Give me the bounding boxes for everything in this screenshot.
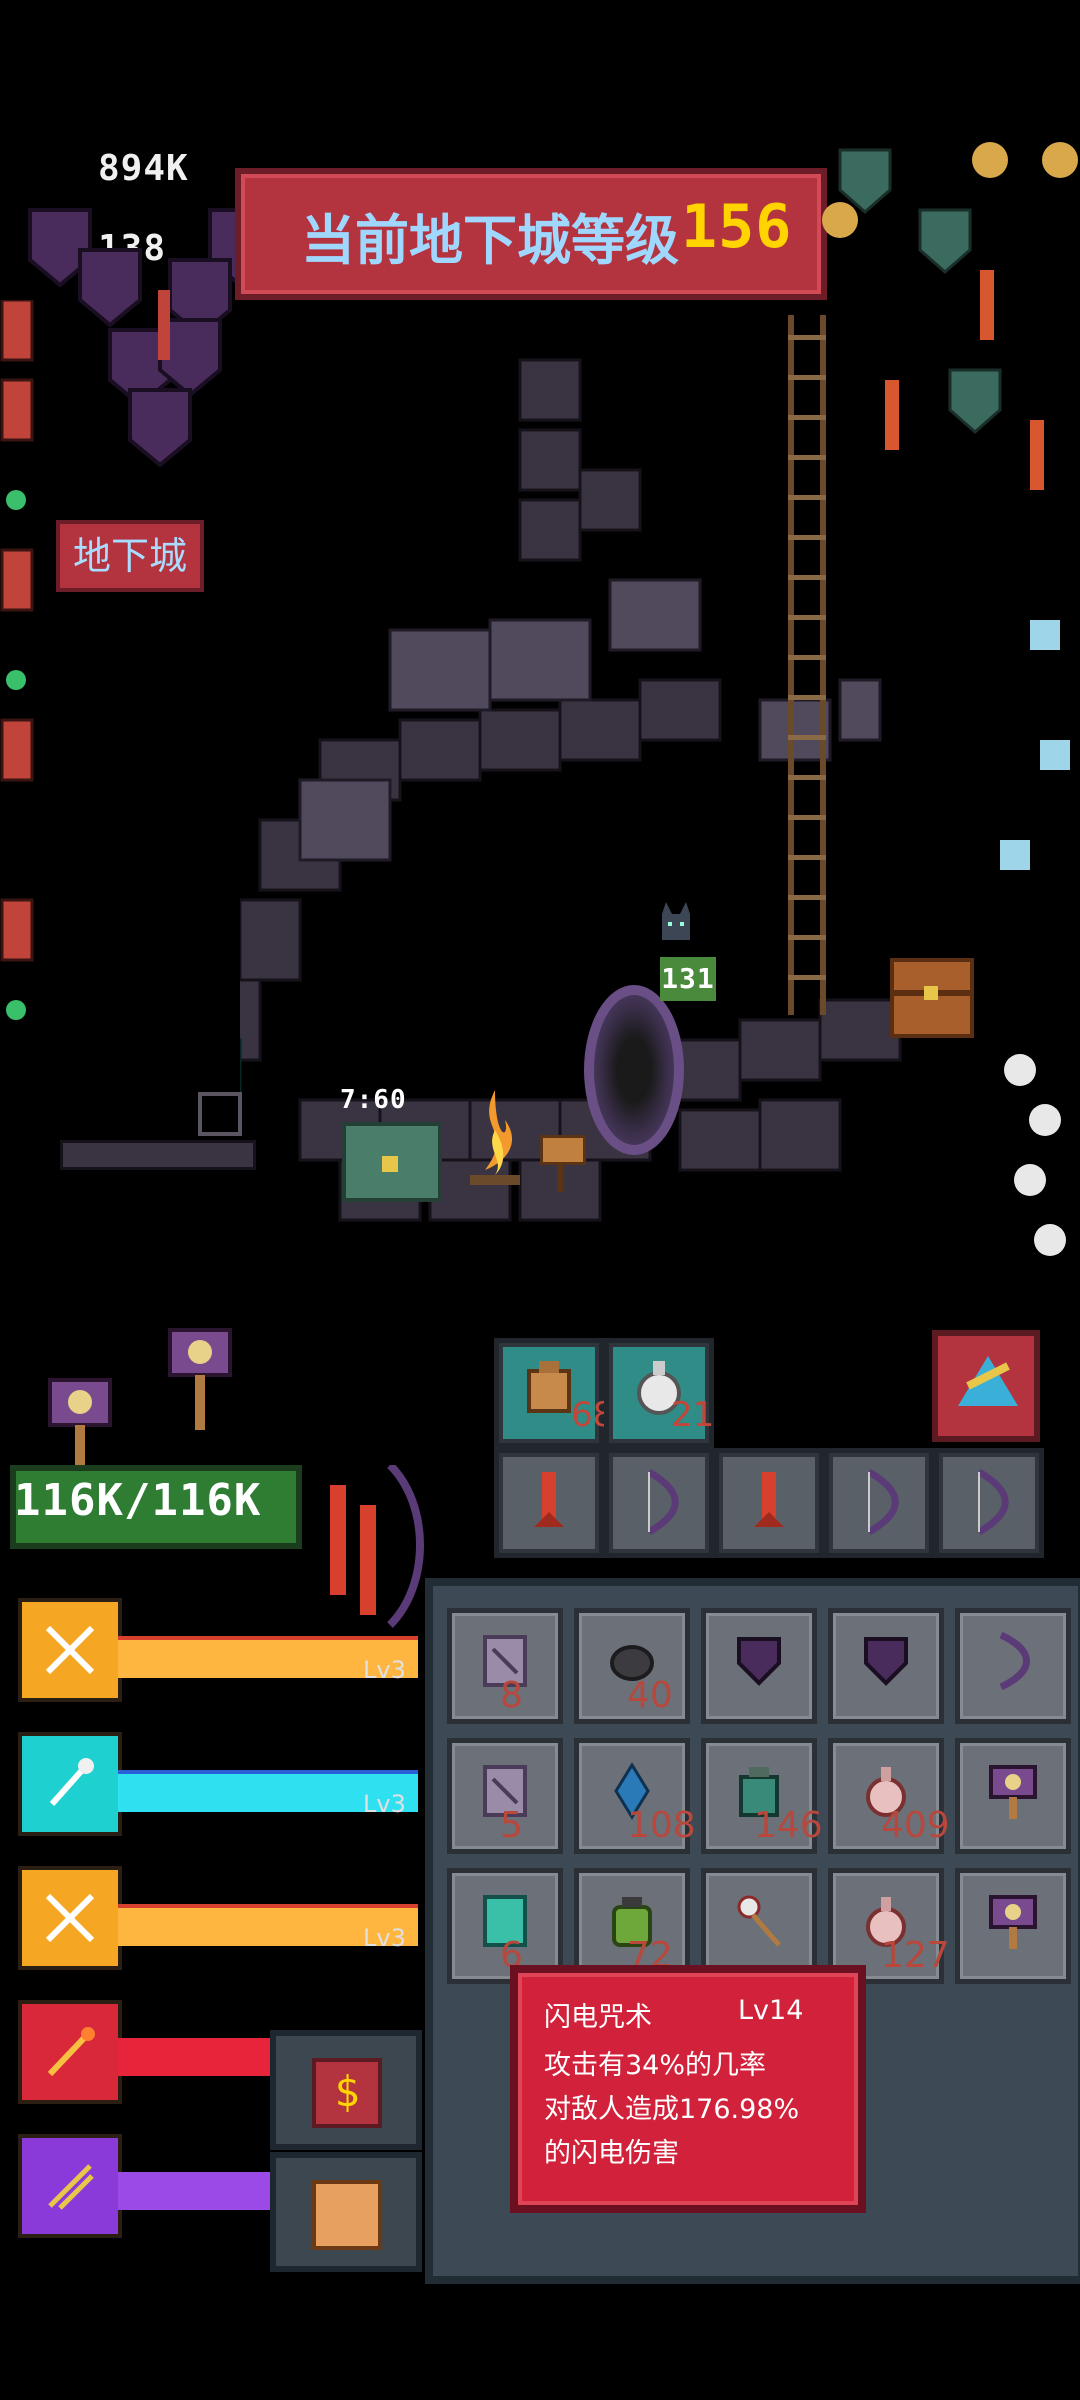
crossed-swords-icon <box>18 1598 122 1702</box>
equipment-slot[interactable] <box>714 1448 824 1558</box>
tooltip-skill-level: Lv14 <box>738 1995 804 2026</box>
inventory-count: 127 <box>881 1935 950 1976</box>
bow-icon <box>960 1631 1066 1705</box>
equipment-slot[interactable] <box>604 1448 714 1558</box>
bow-icon <box>609 1467 709 1550</box>
inventory-slot[interactable]: 8 <box>447 1608 563 1724</box>
magic-staff-icon <box>18 1732 122 1836</box>
inventory-slot[interactable]: 108 <box>574 1738 696 1854</box>
crossed-swords-icon <box>18 1866 122 1970</box>
inventory-slot[interactable] <box>955 1868 1071 1984</box>
rocket-icon <box>719 1467 819 1550</box>
chest-icon <box>312 2180 382 2250</box>
dungeon-button[interactable]: 地下城 <box>56 520 204 592</box>
fire-wand-icon <box>18 2000 122 2104</box>
portal[interactable] <box>584 985 684 1155</box>
skill-row[interactable]: Lv3 <box>18 1866 418 1970</box>
inventory-slot[interactable]: 40 <box>574 1608 690 1724</box>
tooltip-line: 攻击有34%的几率 <box>544 2050 767 2081</box>
dungeon-level-label: 当前地下城等级 <box>301 209 679 272</box>
gold-counter: 894K <box>98 148 189 189</box>
signpost-icon <box>540 1135 586 1195</box>
inventory-count: 409 <box>881 1805 950 1846</box>
campfire-icon <box>465 1080 525 1190</box>
equipment-slot[interactable] <box>934 1448 1044 1558</box>
consumable-slot[interactable]: 21 <box>604 1338 714 1448</box>
floor-walkway <box>60 1140 256 1170</box>
equipment-slot[interactable] <box>824 1448 934 1558</box>
hammer-weapon-icon <box>40 1370 140 1480</box>
chest-timer: 7:60 <box>340 1085 407 1115</box>
inventory-count: 40 <box>627 1675 673 1716</box>
timed-chest-icon[interactable] <box>342 1122 442 1202</box>
inventory-slot[interactable]: 146 <box>701 1738 823 1854</box>
skill-cooldown-bar <box>118 2038 288 2076</box>
bow-icon <box>829 1467 929 1550</box>
tooltip-line: 对敌人造成176.98% <box>544 2094 800 2125</box>
hammer-icon <box>960 1761 1066 1835</box>
dollar-icon: $ <box>312 2058 382 2128</box>
ladder <box>788 315 826 1015</box>
eye-staff-icon <box>706 1891 812 1965</box>
arrows-icon <box>18 2134 122 2238</box>
shield-icon <box>706 1631 812 1705</box>
hp-value: 116K/116K <box>14 1475 262 1526</box>
inventory-slot[interactable] <box>828 1608 944 1724</box>
inventory-slot[interactable]: 5 <box>447 1738 563 1854</box>
hammer-icon <box>960 1891 1066 1965</box>
consumable-slot[interactable]: 68 <box>494 1338 614 1448</box>
tooltip-line: 的闪电伤害 <box>544 2138 679 2169</box>
bow-icon <box>939 1467 1039 1550</box>
skill-level: Lv3 <box>363 1790 406 1818</box>
skill-row[interactable]: Lv3 <box>18 1598 418 1702</box>
skill-level: Lv3 <box>363 1924 406 1952</box>
special-item-slot[interactable] <box>932 1330 1040 1442</box>
tooltip-skill-name: 闪电咒术 <box>544 2002 652 2033</box>
chest-button[interactable] <box>270 2152 422 2272</box>
inventory-slot[interactable] <box>701 1608 817 1724</box>
inventory-count: 5 <box>500 1805 523 1846</box>
shield-icon <box>833 1631 939 1705</box>
inventory-count: 8 <box>500 1675 523 1716</box>
skill-level: Lv3 <box>363 1656 406 1684</box>
equipment-slot[interactable] <box>494 1448 604 1558</box>
player-cat-icon <box>656 900 696 950</box>
shop-button[interactable]: $ <box>270 2030 422 2150</box>
inventory-slot[interactable] <box>955 1738 1071 1854</box>
switch-icon[interactable] <box>198 1092 242 1136</box>
consumable-count: 21 <box>671 1395 715 1435</box>
player-level-badge: 131 <box>660 957 716 1001</box>
inventory-slot[interactable] <box>955 1608 1071 1724</box>
inventory-count: 108 <box>627 1805 696 1846</box>
left-edge-items <box>0 298 40 1060</box>
treasure-chest-icon[interactable] <box>890 958 974 1038</box>
hammer-weapon-icon <box>160 1320 260 1440</box>
skill-tooltip: 闪电咒术 Lv14 攻击有34%的几率 对敌人造成176.98% 的闪电伤害 <box>510 1965 866 2213</box>
inventory-slot[interactable]: 409 <box>828 1738 950 1854</box>
skill-row[interactable]: Lv3 <box>18 1732 418 1836</box>
inventory-count: 146 <box>754 1805 823 1846</box>
rocket-icon <box>499 1467 599 1550</box>
skill-cooldown-bar <box>118 2172 288 2210</box>
